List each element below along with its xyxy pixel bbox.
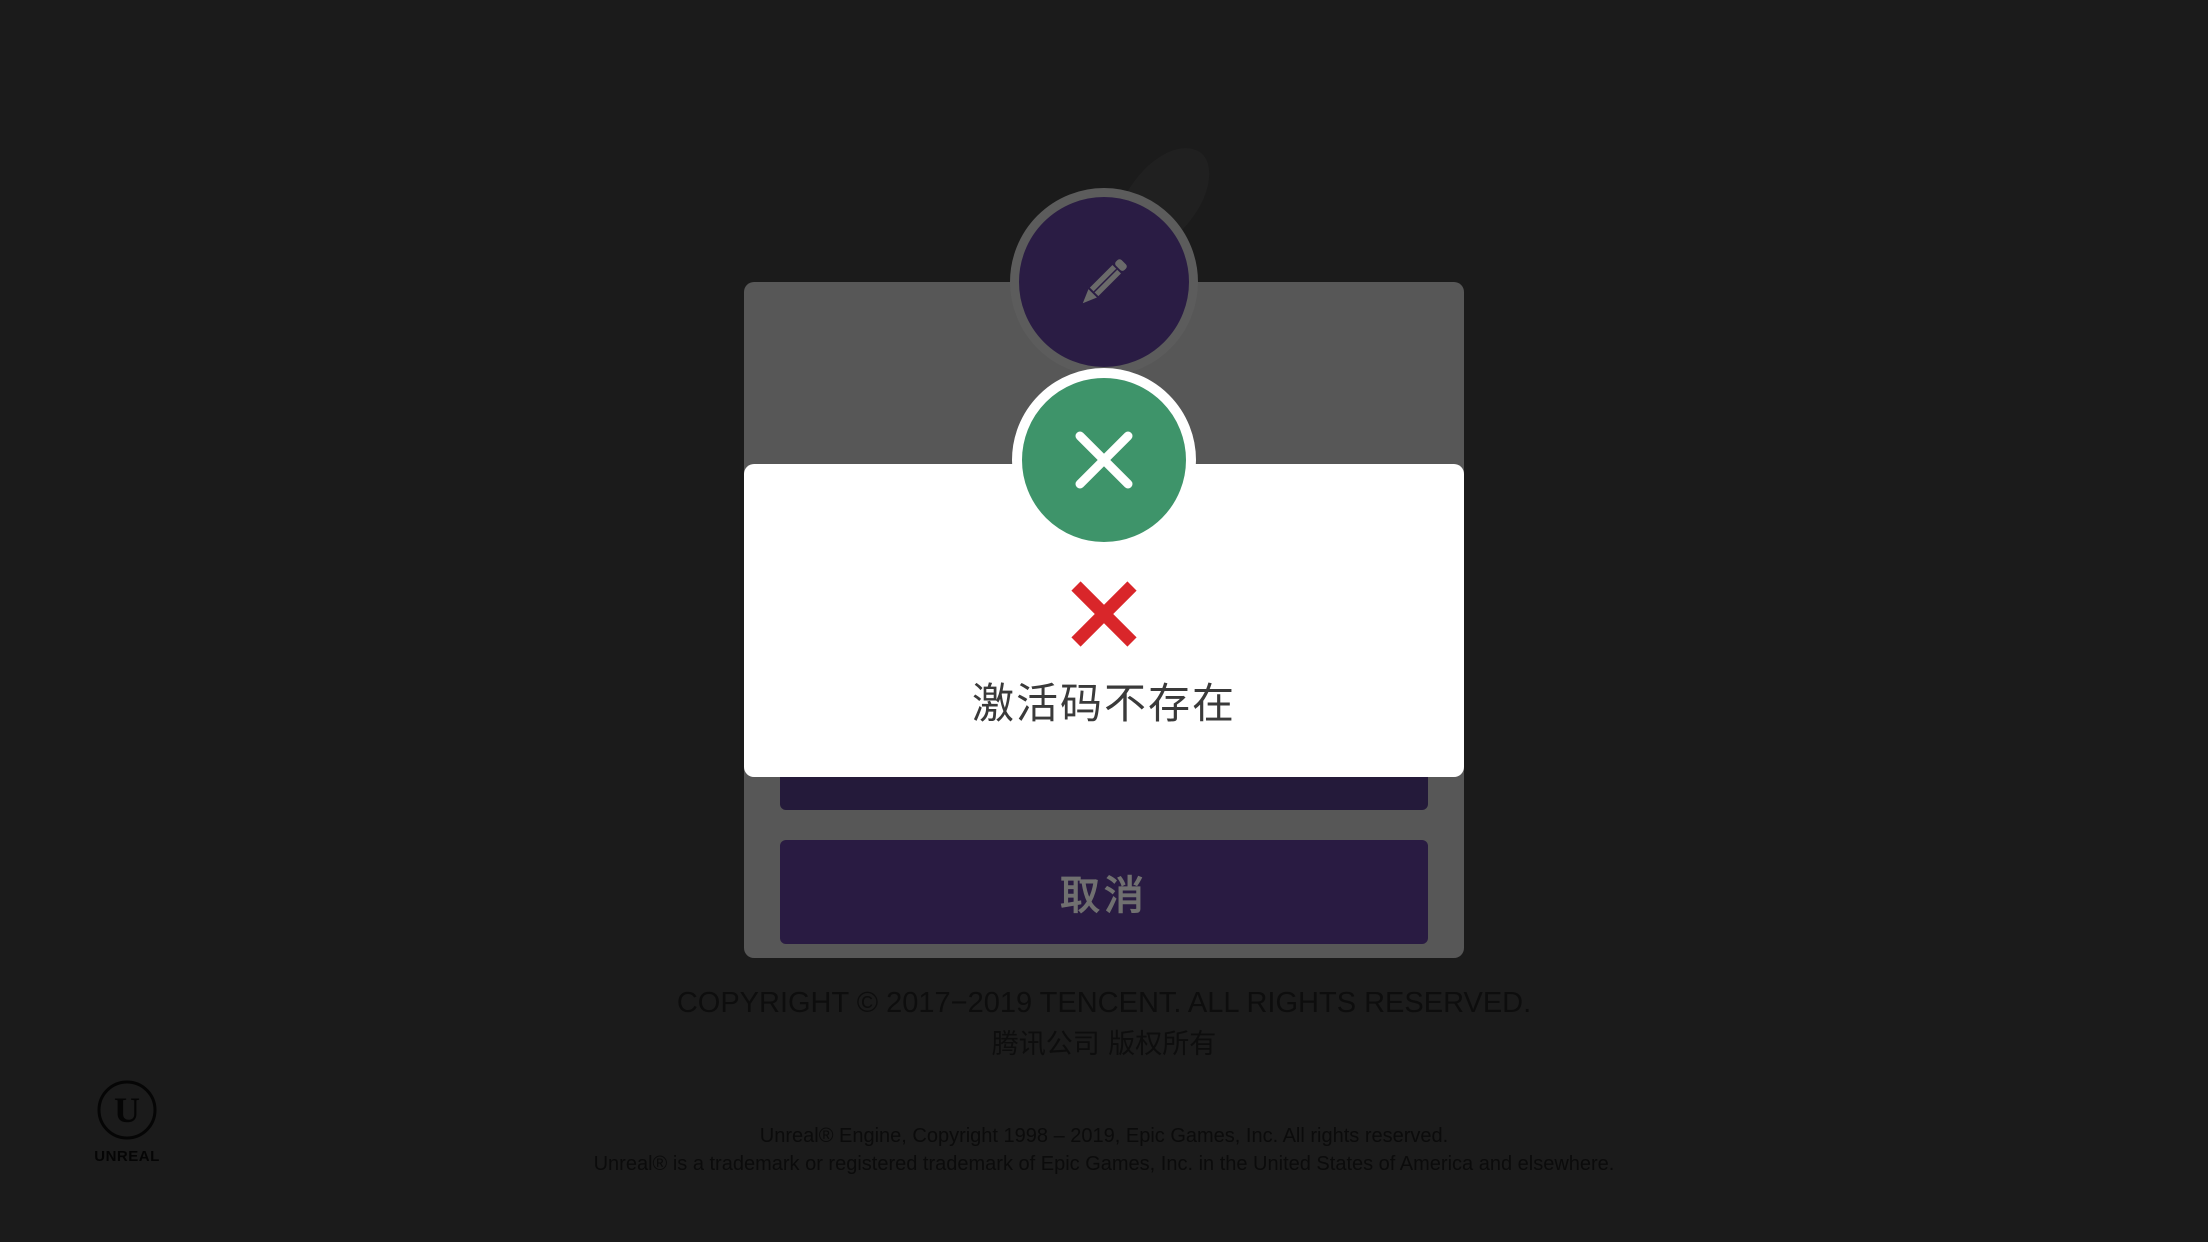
error-message: 激活码不存在 bbox=[971, 679, 1236, 728]
unreal-notice-1: Unreal® Engine, Copyright 1998 – 2019, E… bbox=[759, 1125, 1449, 1147]
pencil-icon bbox=[1082, 259, 1127, 304]
cancel-button[interactable]: 取消 bbox=[780, 840, 1428, 944]
unreal-notice-2: Unreal® is a trademark or registered tra… bbox=[593, 1153, 1615, 1175]
copyright-chinese: 腾讯公司 版权所有 bbox=[991, 1029, 1217, 1060]
copyright-english: COPYRIGHT © 2017−2019 TENCENT. ALL RIGHT… bbox=[676, 987, 1532, 1019]
screen: 蓝 权 取消 激活码不存在 COPYRIGHT © 2017−2019 TENC… bbox=[0, 0, 2208, 1242]
svg-text:U: U bbox=[114, 1090, 140, 1130]
error-x-icon bbox=[1071, 581, 1137, 647]
pencil-badge bbox=[1010, 188, 1198, 376]
close-icon bbox=[1075, 431, 1133, 489]
close-button[interactable] bbox=[1012, 368, 1196, 552]
